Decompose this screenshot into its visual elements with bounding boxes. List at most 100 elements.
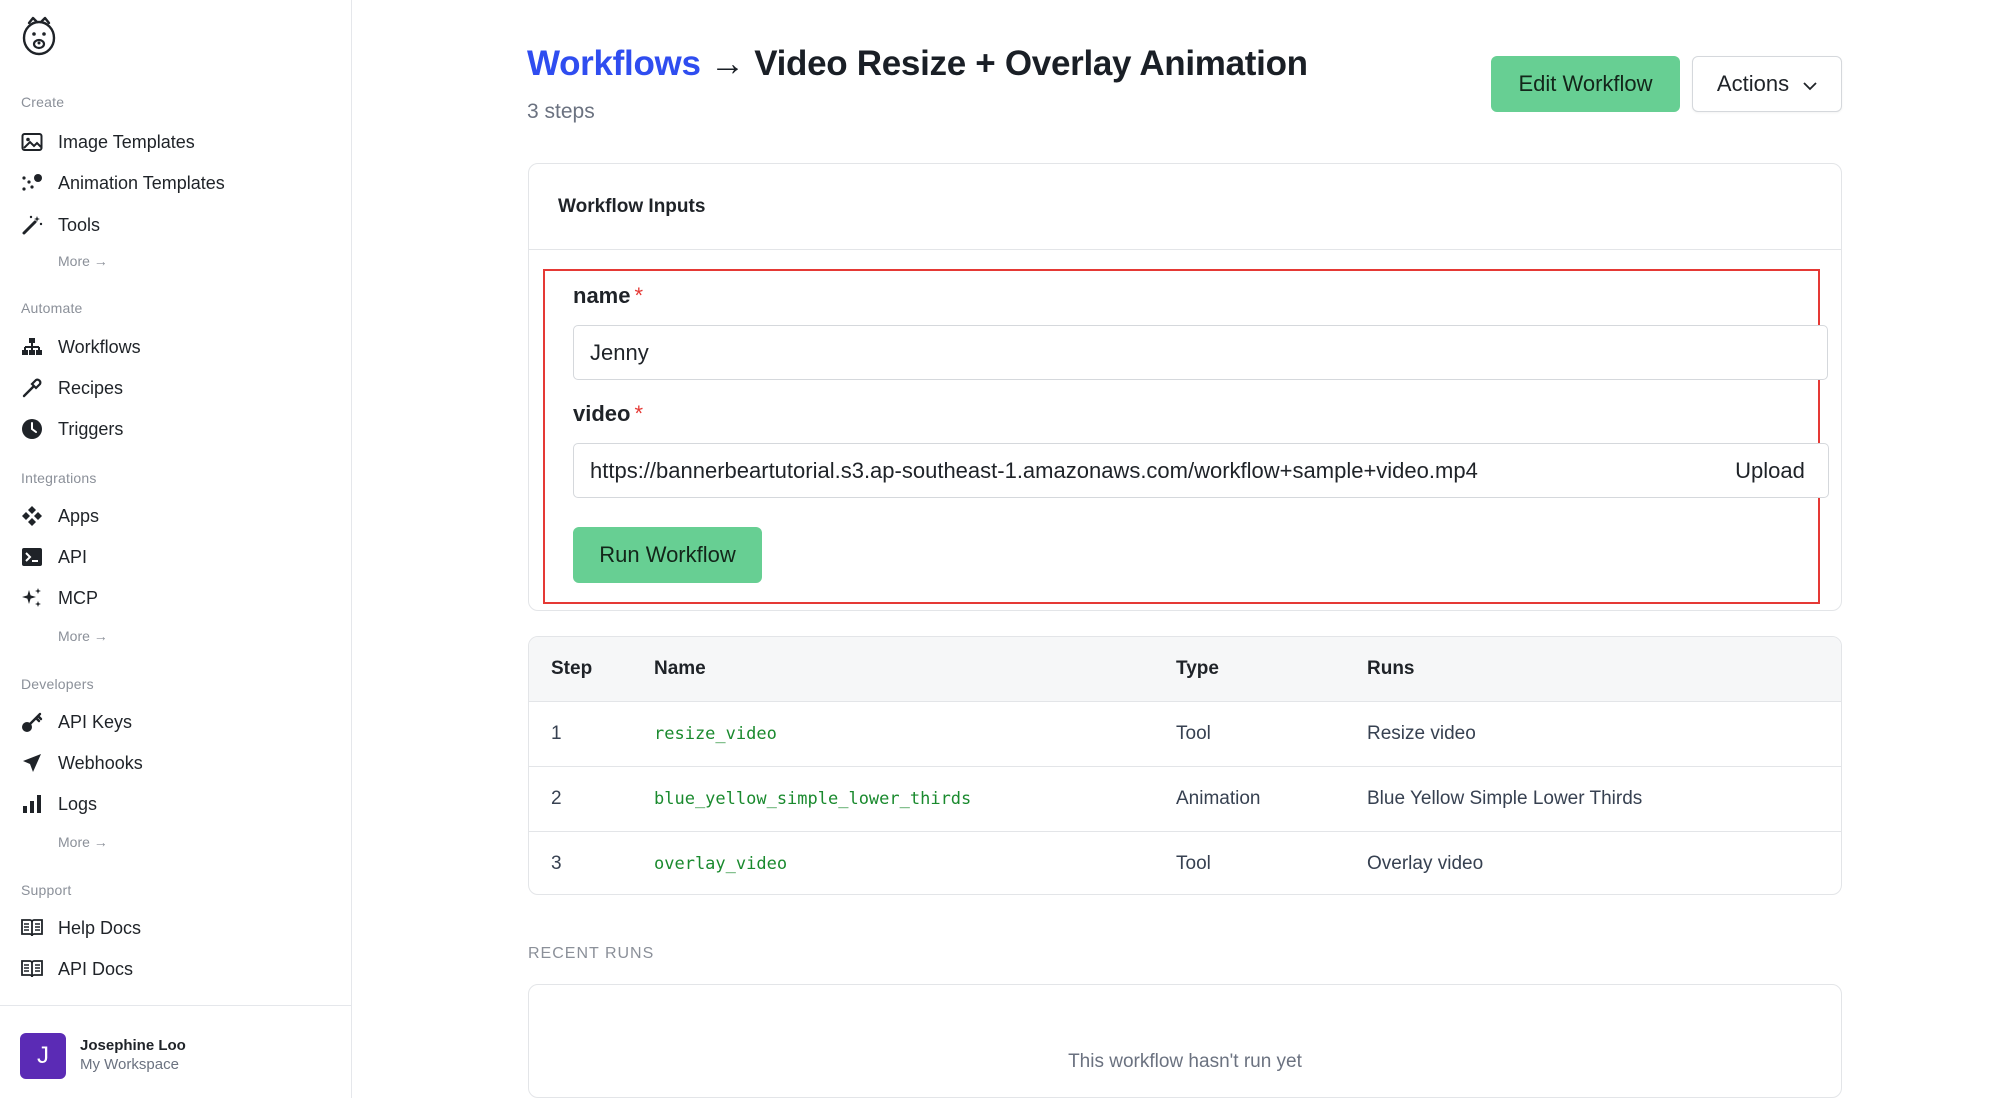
sidebar-item-label: Triggers (58, 418, 124, 439)
sidebar-item-label: Recipes (58, 377, 124, 398)
step-runs: Resize video (1367, 701, 1841, 767)
required-mark: * (634, 283, 644, 308)
step-name[interactable]: overlay_video (654, 854, 787, 874)
table-row[interactable]: 2 blue_yellow_simple_lower_thirds Animat… (529, 766, 1841, 832)
sidebar-item-label: API Keys (58, 711, 133, 732)
image-icon (21, 131, 43, 153)
sidebar-item-animation-templates[interactable]: Animation Templates (0, 163, 351, 203)
sidebar-item-api-docs[interactable]: API Docs (0, 949, 351, 989)
steps-table-card: Step Name Type Runs 1 resize_video Tool … (528, 636, 1842, 895)
workflow-title: Video Resize + Overlay Animation (754, 44, 1308, 83)
step-number: 3 (551, 852, 562, 874)
step-name[interactable]: blue_yellow_simple_lower_thirds (654, 789, 971, 809)
column-header-runs: Runs (1367, 637, 1841, 702)
name-input[interactable] (573, 325, 1828, 380)
sidebar-item-label: Webhooks (58, 752, 143, 773)
book-icon (21, 958, 43, 980)
run-workflow-button[interactable]: Run Workflow (573, 527, 762, 583)
sidebar-item-webhooks[interactable]: Webhooks (0, 743, 351, 783)
sidebar-item-label: Workflows (58, 336, 141, 357)
breadcrumb-workflows[interactable]: Workflows (527, 44, 701, 83)
sidebar-item-api[interactable]: API (0, 537, 351, 577)
column-header-name: Name (654, 637, 1176, 702)
sidebar-item-label: Apps (58, 505, 100, 526)
recent-runs-card: This workflow hasn't run yet (528, 984, 1842, 1098)
column-header-step: Step (529, 637, 654, 702)
sidebar-item-label: Logs (58, 793, 98, 814)
sidebar-item-label: MCP (58, 587, 98, 608)
sidebar-item-label: API (58, 546, 88, 567)
sidebar-item-workflows[interactable]: Workflows (0, 327, 351, 367)
sidebar-section-developers: Developers (21, 676, 94, 692)
book-icon (21, 917, 43, 939)
sidebar-item-image-templates[interactable]: Image Templates (0, 122, 351, 162)
sidebar-item-api-keys[interactable]: API Keys (0, 702, 351, 742)
sitemap-icon (21, 336, 43, 358)
magic-wand-icon (21, 214, 43, 236)
actions-dropdown-button[interactable]: Actions (1692, 56, 1842, 112)
sidebar-item-label: Tools (58, 214, 101, 235)
step-type: Tool (1176, 852, 1211, 874)
terminal-icon (21, 546, 43, 568)
sidebar-item-apps[interactable]: Apps (0, 496, 351, 536)
sidebar-item-label: Animation Templates (58, 172, 225, 193)
animation-icon (21, 172, 43, 194)
sidebar-section-support: Support (21, 882, 72, 898)
step-type: Animation (1176, 766, 1367, 832)
workflow-inputs-card: Workflow Inputs name* video* Upload Run … (528, 163, 1842, 611)
upload-button[interactable]: Upload (1712, 443, 1829, 498)
bar-chart-icon (21, 793, 43, 815)
video-field-label: video * (573, 401, 644, 426)
user-name: Josephine Loo (80, 1037, 186, 1054)
recent-runs-heading: RECENT RUNS (528, 945, 655, 962)
table-row[interactable]: 1 resize_video Tool Resize video (529, 701, 1841, 767)
column-header-type: Type (1176, 637, 1367, 702)
video-url-input[interactable] (573, 443, 1714, 498)
avatar: J (20, 1033, 66, 1079)
step-number: 2 (529, 766, 654, 832)
dropper-icon (21, 377, 43, 399)
breadcrumb-arrow-icon: → (710, 44, 745, 83)
key-icon (21, 711, 43, 733)
chevron-down-icon (1803, 71, 1817, 97)
create-more-link[interactable]: More → (58, 253, 108, 269)
sidebar-item-recipes[interactable]: Recipes (0, 368, 351, 408)
paper-plane-icon (21, 752, 43, 774)
sidebar-item-tools[interactable]: Tools (0, 205, 351, 245)
step-number: 1 (529, 701, 654, 767)
clock-icon (21, 418, 43, 440)
step-runs: Blue Yellow Simple Lower Thirds (1367, 766, 1841, 832)
integrations-more-link[interactable]: More → (58, 628, 108, 644)
step-runs: Overlay video (1367, 852, 1484, 874)
sidebar-section-create: Create (21, 94, 65, 110)
name-field-label: name * (573, 283, 644, 308)
page-title: Workflows → Video Resize + Overlay Anima… (527, 44, 1308, 84)
table-row[interactable]: 3 overlay_video Tool Overlay video (529, 831, 1841, 894)
step-name[interactable]: resize_video (654, 724, 777, 744)
developers-more-link[interactable]: More → (58, 834, 108, 850)
apps-diamond-icon (21, 505, 43, 527)
sidebar-item-mcp[interactable]: MCP (0, 578, 351, 618)
sidebar-item-help-docs[interactable]: Help Docs (0, 908, 351, 948)
sidebar-section-integrations: Integrations (21, 470, 97, 486)
sidebar-item-label: Help Docs (58, 917, 142, 938)
sidebar-item-logs[interactable]: Logs (0, 784, 351, 824)
step-count: 3 steps (527, 100, 595, 123)
actions-label: Actions (1716, 71, 1790, 96)
inputs-highlight-box: name* video* Upload Run Workflow (543, 269, 1829, 604)
sparkles-icon (21, 587, 43, 609)
edit-workflow-button[interactable]: Edit Workflow (1491, 56, 1680, 112)
sidebar-item-triggers[interactable]: Triggers (0, 409, 351, 449)
required-mark: * (634, 401, 644, 426)
bear-logo-icon[interactable] (20, 15, 58, 57)
sidebar-section-automate: Automate (21, 300, 83, 316)
workflow-inputs-heading: Workflow Inputs (529, 164, 1841, 250)
sidebar-item-label: Image Templates (58, 131, 195, 152)
empty-runs-message: This workflow hasn't run yet (1068, 1051, 1302, 1072)
sidebar: Create Image Templates Animation Templat… (0, 0, 352, 1098)
sidebar-item-label: API Docs (58, 958, 134, 979)
steps-table: Step Name Type Runs 1 resize_video Tool … (529, 637, 1841, 894)
table-header-row: Step Name Type Runs (529, 637, 1841, 702)
step-type: Tool (1176, 701, 1367, 767)
user-menu[interactable]: J Josephine Loo My Workspace (0, 1005, 351, 1098)
